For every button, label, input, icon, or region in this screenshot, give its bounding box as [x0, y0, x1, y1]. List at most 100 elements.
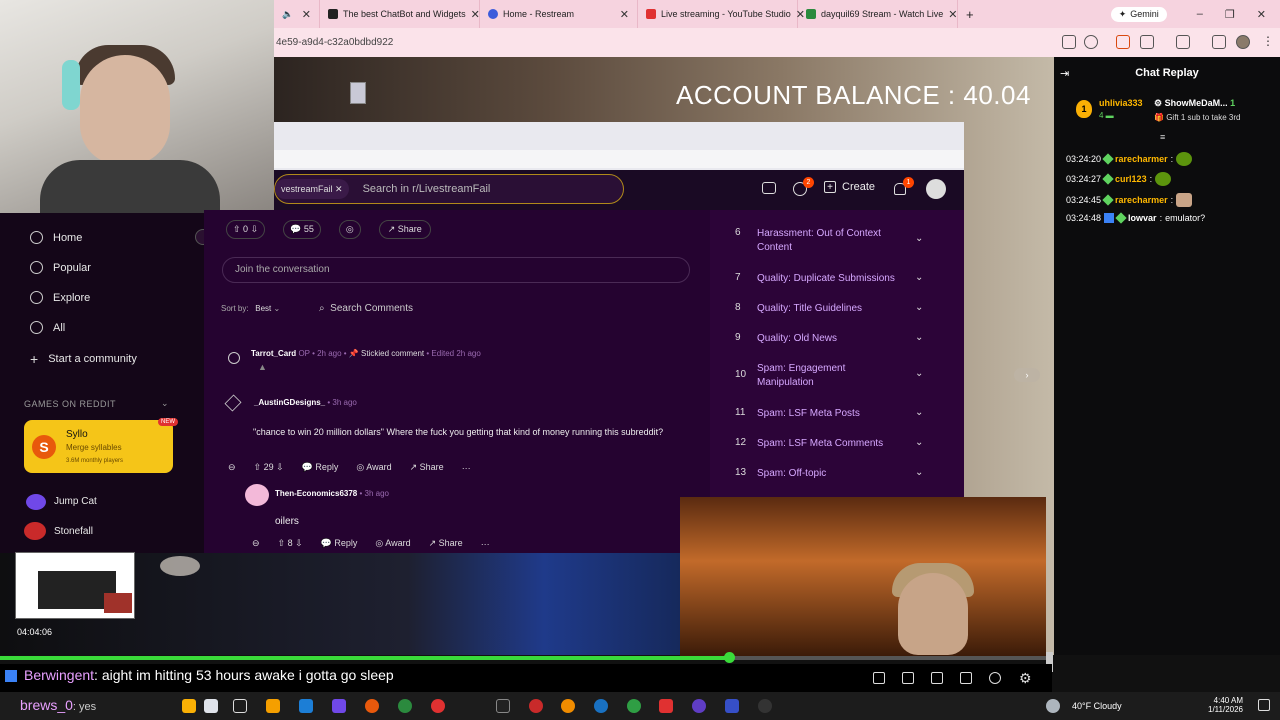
- chevron-down-icon[interactable]: ⌄: [915, 272, 923, 283]
- browser-menu-icon[interactable]: ⋮: [1262, 34, 1274, 48]
- fullscreen-icon[interactable]: [960, 672, 972, 684]
- app-icon[interactable]: [758, 699, 772, 713]
- close-tab-icon[interactable]: ✕: [471, 8, 480, 21]
- chrome-profile-icon[interactable]: [529, 699, 543, 713]
- comment-author[interactable]: Tarrot_Card: [251, 349, 296, 358]
- collapse-icon[interactable]: ⊖: [252, 538, 260, 549]
- rule-item[interactable]: 8 Quality: Title Guidelines ⌄: [735, 302, 923, 316]
- chat-username[interactable]: lowvar: [1128, 213, 1157, 223]
- tab-restream[interactable]: Home - Restream ✕: [480, 0, 638, 28]
- reddit-search-bar[interactable]: vestreamFail ✕ Search in r/LivestreamFai…: [274, 174, 624, 204]
- top-gifter-name[interactable]: uhlivia333: [1099, 98, 1143, 108]
- chevron-down-icon[interactable]: ⌄: [915, 302, 923, 313]
- sidebar-icon[interactable]: [1212, 35, 1226, 49]
- rule-item[interactable]: 7 Quality: Duplicate Submissions ⌄: [735, 272, 923, 286]
- gift-prompt[interactable]: 🎁 Gift 1 sub to take 3rd: [1154, 113, 1240, 122]
- chevron-down-icon[interactable]: ⌄: [915, 407, 923, 418]
- chevron-down-icon[interactable]: ⌄: [915, 368, 923, 379]
- chevron-up-icon[interactable]: ⌄: [161, 398, 169, 409]
- minimize-icon[interactable]: –: [1197, 8, 1203, 21]
- vote-control[interactable]: ⇧ 8 ⇩: [278, 538, 303, 549]
- tab-search-icon[interactable]: [1176, 35, 1190, 49]
- obs-icon[interactable]: [496, 699, 510, 713]
- maximize-icon[interactable]: ❐: [1225, 8, 1235, 21]
- tab-chatbot[interactable]: The best ChatBot and Widgets ✕: [320, 0, 480, 28]
- rule-item[interactable]: 12 Spam: LSF Meta Comments ⌄: [735, 437, 923, 451]
- chevron-down-icon[interactable]: ⌄: [915, 233, 923, 244]
- tab-kick-stream[interactable]: dayquil69 Stream - Watch Live ✕: [798, 0, 958, 28]
- next-arrow-icon[interactable]: ›: [1014, 368, 1040, 382]
- rule-item[interactable]: 9 Quality: Old News ⌄: [735, 332, 923, 346]
- chrome-profile-icon[interactable]: [561, 699, 575, 713]
- chrome-profile-icon[interactable]: [627, 699, 641, 713]
- comment-input[interactable]: Join the conversation: [222, 257, 690, 283]
- close-tab-icon[interactable]: ✕: [302, 8, 311, 21]
- game-jump-cat[interactable]: Jump Cat: [54, 496, 97, 507]
- game-stonefall[interactable]: Stonefall: [54, 526, 93, 537]
- discord-icon[interactable]: [692, 699, 706, 713]
- sidebar-item-popular[interactable]: Popular: [30, 261, 91, 274]
- tab-youtube-studio[interactable]: Live streaming - YouTube Studio ✕: [638, 0, 805, 28]
- miniplayer-icon[interactable]: [873, 672, 885, 684]
- task-view-icon[interactable]: [233, 699, 247, 713]
- vote-control[interactable]: ⇧ 0 ⇩: [226, 220, 266, 239]
- taskbar-app-icon[interactable]: [182, 699, 196, 713]
- close-window-icon[interactable]: ✕: [1257, 8, 1266, 21]
- clock[interactable]: 4:40 AM 1/11/2026: [1208, 696, 1243, 714]
- rss-icon[interactable]: [1116, 35, 1130, 49]
- sidebar-item-start-community[interactable]: + Start a community: [30, 351, 137, 367]
- app-icon[interactable]: [725, 699, 739, 713]
- spotify-icon[interactable]: [398, 699, 412, 713]
- settings-gear-icon[interactable]: ⚙: [1019, 670, 1032, 687]
- sidebar-item-home[interactable]: Home: [30, 231, 82, 244]
- chrome-icon[interactable]: [365, 699, 379, 713]
- close-tab-icon[interactable]: ✕: [620, 8, 629, 21]
- subreddit-chip[interactable]: vestreamFail ✕: [275, 179, 349, 199]
- theater-mode-icon[interactable]: [931, 672, 943, 684]
- vote-control[interactable]: ⇧ 29 ⇩: [254, 462, 284, 473]
- clip-icon[interactable]: [902, 672, 914, 684]
- outlook-icon[interactable]: [299, 699, 313, 713]
- chrome-profile-icon[interactable]: [431, 699, 445, 713]
- comment-author[interactable]: Then-Economics6378: [275, 489, 357, 498]
- chat-username[interactable]: rarecharmer: [1115, 154, 1168, 164]
- sidebar-item-explore[interactable]: Explore: [30, 291, 90, 304]
- new-tab-button[interactable]: +: [958, 0, 982, 28]
- collapse-icon[interactable]: ⊖: [228, 462, 236, 473]
- second-gifter[interactable]: ⚙ ShowMeDaM... 1: [1154, 98, 1235, 109]
- rule-item[interactable]: 10 Spam: Engagement Manipulation ⌄: [735, 362, 923, 390]
- bookmark-star-icon[interactable]: [1084, 35, 1098, 49]
- chevron-down-icon[interactable]: ⌄: [915, 437, 923, 448]
- advertise-icon[interactable]: [762, 182, 776, 194]
- progress-scrubber[interactable]: [724, 652, 736, 663]
- notification-center-icon[interactable]: [1258, 699, 1270, 711]
- profile-avatar[interactable]: [1236, 35, 1250, 49]
- app-icon[interactable]: [659, 699, 673, 713]
- rule-item[interactable]: 11 Spam: LSF Meta Posts ⌄: [735, 407, 923, 421]
- reply-button[interactable]: 💬 Reply: [321, 538, 358, 549]
- more-icon[interactable]: ···: [481, 539, 490, 549]
- share-button[interactable]: ↗ Share: [429, 538, 463, 549]
- collapse-chat-icon[interactable]: ⇥: [1060, 67, 1069, 80]
- comments-button[interactable]: 💬 55: [283, 220, 321, 239]
- weather-text[interactable]: 40°F Cloudy: [1072, 701, 1122, 711]
- tab-muted[interactable]: 🔈 ✕: [274, 0, 320, 28]
- user-avatar[interactable]: [926, 179, 946, 199]
- gemini-button[interactable]: ✦ Gemini: [1110, 6, 1167, 22]
- award-button[interactable]: ◎ Award: [375, 538, 410, 549]
- more-icon[interactable]: ···: [462, 463, 471, 473]
- page-info-icon[interactable]: [1062, 35, 1076, 49]
- award-icon[interactable]: ◎: [338, 220, 361, 239]
- search-comments-button[interactable]: ⌕ Search Comments: [319, 303, 413, 314]
- chevron-down-icon[interactable]: ⌄: [915, 332, 923, 343]
- address-bar[interactable]: 4e59-a9d4-c32a0bdbd922: [276, 37, 393, 48]
- app-icon[interactable]: [594, 699, 608, 713]
- sort-control[interactable]: Sort by: Best ⌄: [221, 304, 280, 313]
- chat-username[interactable]: curl123: [1115, 174, 1147, 184]
- sidebar-item-all[interactable]: All: [30, 321, 65, 334]
- share-button[interactable]: ↗ Share: [410, 462, 444, 473]
- chat-username[interactable]: rarecharmer: [1115, 195, 1168, 205]
- twitch-icon[interactable]: [332, 699, 346, 713]
- share-button[interactable]: ↗ Share: [378, 220, 431, 239]
- comment-author[interactable]: _AustinGDesigns_: [254, 398, 325, 407]
